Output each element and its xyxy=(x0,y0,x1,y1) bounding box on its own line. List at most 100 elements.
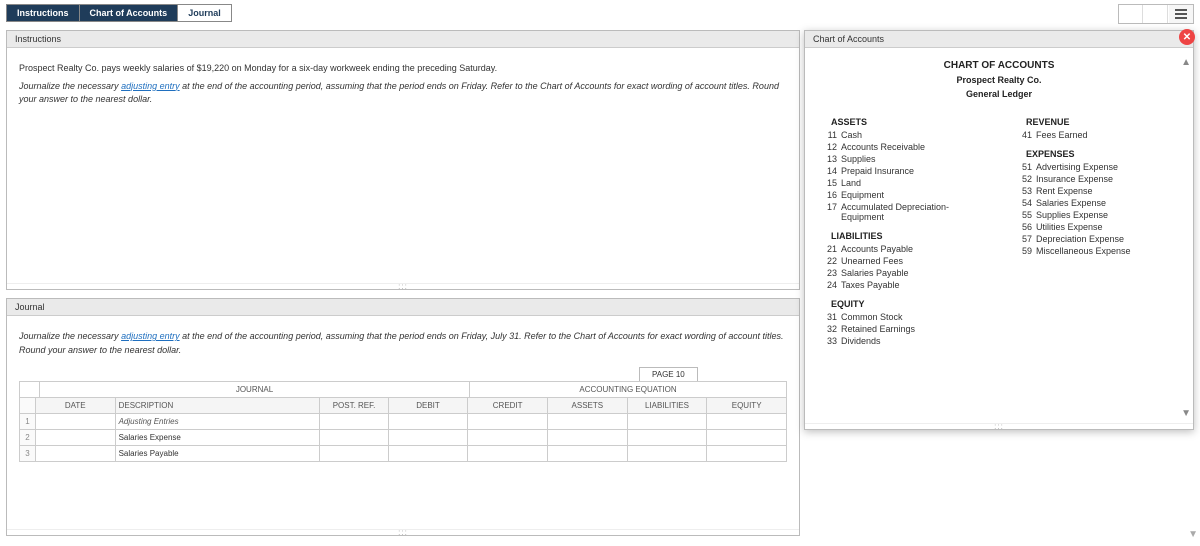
account-name: Dividends xyxy=(841,336,984,346)
right-column: ✕ Chart of Accounts ▲ CHART OF ACCOUNTS … xyxy=(804,30,1194,536)
cell-equity[interactable] xyxy=(707,430,787,446)
toolbar-button-2[interactable] xyxy=(1144,5,1168,23)
account-number: 56 xyxy=(1014,222,1032,232)
asset-row: 12Accounts Receivable xyxy=(819,141,984,153)
liability-row: 21 Accounts Payable xyxy=(819,243,984,255)
table-row: 2Salaries Expense xyxy=(20,430,787,446)
journal-body: Journalize the necessary adjusting entry… xyxy=(7,316,799,529)
account-name: Miscellaneous Expense xyxy=(1036,246,1179,256)
asset-row: 16Equipment xyxy=(819,189,984,201)
journal-resize-grip[interactable]: ::: xyxy=(7,529,799,535)
account-name: Taxes Payable xyxy=(841,280,984,290)
journal-header-row: DATE DESCRIPTION POST. REF. DEBIT CREDIT… xyxy=(20,398,787,414)
account-number: 51 xyxy=(1014,162,1032,172)
journal-adjusting-entry-link[interactable]: adjusting entry xyxy=(121,331,180,341)
cell-description[interactable]: Adjusting Entries xyxy=(115,414,320,430)
account-number: 24 xyxy=(819,280,837,290)
col-desc: DESCRIPTION xyxy=(115,398,320,414)
equity-title: EQUITY xyxy=(831,299,984,309)
account-name: Supplies Expense xyxy=(1036,210,1179,220)
account-number: 22 xyxy=(819,256,837,266)
tab-journal[interactable]: Journal xyxy=(178,5,231,21)
adjusting-entry-link[interactable]: adjusting entry xyxy=(121,81,180,91)
cell-equity[interactable] xyxy=(707,414,787,430)
top-right-controls xyxy=(1118,4,1194,24)
cell-post-ref[interactable] xyxy=(320,430,388,446)
cell-description[interactable]: Salaries Payable xyxy=(115,446,320,462)
journal-title: Journal xyxy=(7,299,799,316)
account-name: Prepaid Insurance xyxy=(841,166,984,176)
instructions-line2-pre: Journalize the necessary xyxy=(19,81,121,91)
journal-table: DATE DESCRIPTION POST. REF. DEBIT CREDIT… xyxy=(19,397,787,462)
account-number: 23 xyxy=(819,268,837,278)
cell-equity[interactable] xyxy=(707,446,787,462)
account-name: Supplies xyxy=(841,154,984,164)
scroll-down-outer-icon[interactable]: ▼ xyxy=(1188,529,1198,540)
account-name: Accounts Payable xyxy=(841,244,984,254)
coa-title: Chart of Accounts xyxy=(805,31,1193,48)
instructions-body: Prospect Realty Co. pays weekly salaries… xyxy=(7,48,799,283)
account-number: 55 xyxy=(1014,210,1032,220)
toolbar-button-1[interactable] xyxy=(1119,5,1143,23)
journal-page-tab-row: PAGE 10 xyxy=(19,361,787,381)
cell-liabilities[interactable] xyxy=(627,430,707,446)
close-icon[interactable]: ✕ xyxy=(1179,29,1195,45)
tab-chart-of-accounts[interactable]: Chart of Accounts xyxy=(80,5,179,21)
coa-resize-grip[interactable]: ::: xyxy=(805,423,1193,429)
account-number: 54 xyxy=(1014,198,1032,208)
account-number: 15 xyxy=(819,178,837,188)
cell-post-ref[interactable] xyxy=(320,414,388,430)
col-liabilities: LIABILITIES xyxy=(627,398,707,414)
top-bar: Instructions Chart of Accounts Journal xyxy=(0,0,1200,24)
account-number: 57 xyxy=(1014,234,1032,244)
journal-section-headers: JOURNAL ACCOUNTING EQUATION xyxy=(19,381,787,397)
liabilities-title: LIABILITIES xyxy=(831,231,984,241)
asset-row: 14 Prepaid Insurance xyxy=(819,165,984,177)
equity-row: 32Retained Earnings xyxy=(819,323,984,335)
cell-liabilities[interactable] xyxy=(627,414,707,430)
instructions-panel: Instructions Prospect Realty Co. pays we… xyxy=(6,30,800,290)
coa-left-col: ASSETS 11Cash12Accounts Receivable13Supp… xyxy=(819,109,984,347)
cell-date[interactable] xyxy=(35,414,115,430)
coa-header: CHART OF ACCOUNTS Prospect Realty Co. Ge… xyxy=(819,60,1179,99)
account-name: Unearned Fees xyxy=(841,256,984,266)
instructions-resize-grip[interactable]: ::: xyxy=(7,283,799,289)
account-name: Accumulated Depreciation-Equipment xyxy=(841,202,984,222)
revenue-row: 41Fees Earned xyxy=(1014,129,1179,141)
journal-instruction: Journalize the necessary adjusting entry… xyxy=(19,330,787,357)
toolbar-menu-button[interactable] xyxy=(1169,5,1193,23)
cell-assets[interactable] xyxy=(547,430,627,446)
expense-row: 55 Supplies Expense xyxy=(1014,209,1179,221)
account-name: Rent Expense xyxy=(1036,186,1179,196)
cell-post-ref[interactable] xyxy=(320,446,388,462)
account-number: 32 xyxy=(819,324,837,334)
cell-liabilities[interactable] xyxy=(627,446,707,462)
account-name: Accounts Receivable xyxy=(841,142,984,152)
coa-ledger: General Ledger xyxy=(819,89,1179,99)
cell-credit[interactable] xyxy=(468,430,548,446)
cell-date[interactable] xyxy=(35,430,115,446)
cell-debit[interactable] xyxy=(388,430,468,446)
account-name: Cash xyxy=(841,130,984,140)
chart-of-accounts-panel: ✕ Chart of Accounts ▲ CHART OF ACCOUNTS … xyxy=(804,30,1194,430)
account-number: 21 xyxy=(819,244,837,254)
scroll-down-icon[interactable]: ▼ xyxy=(1181,408,1191,419)
cell-credit[interactable] xyxy=(468,414,548,430)
asset-row: 11Cash xyxy=(819,129,984,141)
cell-date[interactable] xyxy=(35,446,115,462)
cell-debit[interactable] xyxy=(388,414,468,430)
tab-instructions[interactable]: Instructions xyxy=(7,5,80,21)
account-name: Insurance Expense xyxy=(1036,174,1179,184)
account-number: 31 xyxy=(819,312,837,322)
asset-row: 15Land xyxy=(819,177,984,189)
cell-credit[interactable] xyxy=(468,446,548,462)
content-area: Instructions Prospect Realty Co. pays we… xyxy=(0,24,1200,542)
account-name: Common Stock xyxy=(841,312,984,322)
cell-assets[interactable] xyxy=(547,414,627,430)
cell-debit[interactable] xyxy=(388,446,468,462)
cell-description[interactable]: Salaries Expense xyxy=(115,430,320,446)
cell-assets[interactable] xyxy=(547,446,627,462)
expense-row: 51Advertising Expense xyxy=(1014,161,1179,173)
journal-page-tab[interactable]: PAGE 10 xyxy=(639,367,698,381)
account-number: 14 xyxy=(819,166,837,176)
